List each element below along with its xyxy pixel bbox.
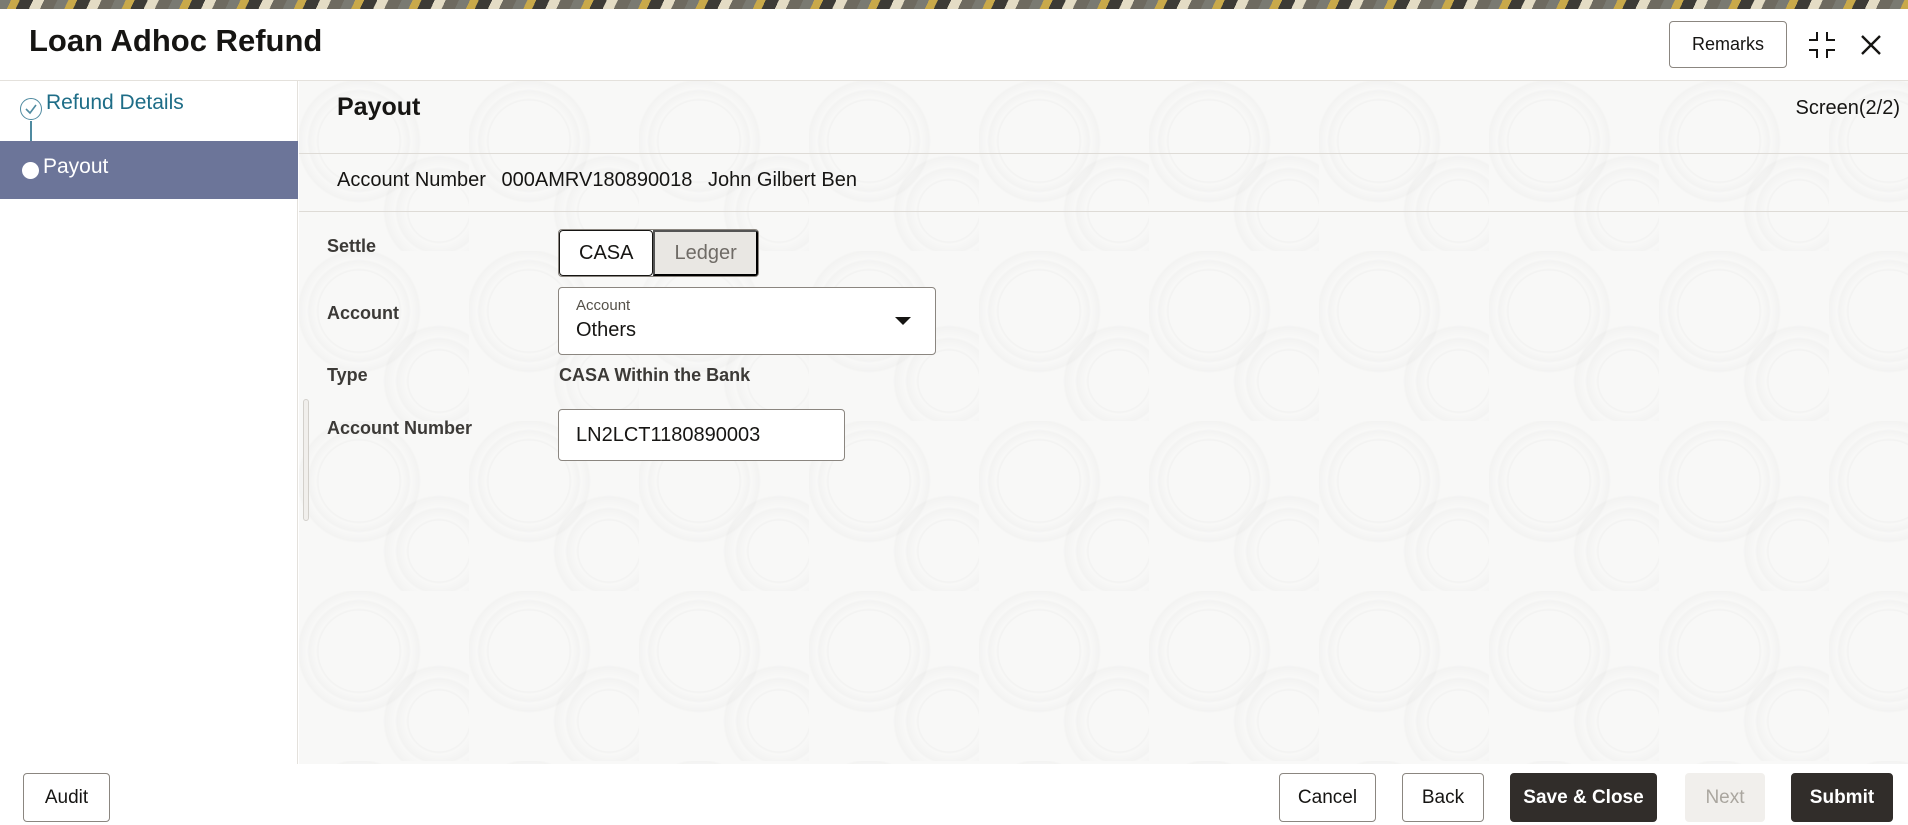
close-icon[interactable] [1853,27,1889,63]
account-number-input[interactable]: LN2LCT1180890003 [558,409,845,461]
settle-casa-button[interactable]: CASA [559,230,654,276]
main-content: Payout Screen(2/2) Account Number 000AMR… [299,81,1908,764]
back-button[interactable]: Back [1402,773,1484,822]
save-close-button[interactable]: Save & Close [1510,773,1657,822]
settle-ledger-button[interactable]: Ledger [653,230,758,276]
page-header: Loan Adhoc Refund Remarks [0,9,1908,81]
page-footer: Audit Cancel Back Save & Close Next Subm… [0,764,1908,825]
divider [299,153,1908,154]
account-label: Account [327,303,399,323]
account-select-label: Account [576,297,631,314]
chevron-down-icon [895,317,911,325]
sidebar-item-label: Refund Details [46,91,184,114]
account-select[interactable]: Account Others [558,287,936,355]
account-number-field-label: Account Number [327,418,473,438]
section-title: Payout [337,93,421,121]
sidebar-item-payout[interactable]: Payout [0,141,298,199]
account-number-value: 000AMRV180890018 [501,169,693,191]
divider [299,211,1908,212]
account-info-row: Account Number 000AMRV180890018 John Gil… [337,169,867,192]
account-select-value: Others [576,319,637,341]
current-step-dot-icon [22,162,39,179]
decorative-banner-strip [0,0,1908,9]
audit-button[interactable]: Audit [23,773,110,822]
remarks-button[interactable]: Remarks [1669,21,1787,68]
page-title: Loan Adhoc Refund [29,23,323,58]
type-label: Type [327,365,368,385]
settle-toggle-group: CASA Ledger [558,229,759,277]
submit-button[interactable]: Submit [1791,773,1893,822]
type-value: CASA Within the Bank [559,365,751,385]
check-circle-icon [20,98,42,120]
account-number-label: Account Number [337,169,486,191]
cancel-button[interactable]: Cancel [1279,773,1376,822]
train-stop-sidebar: Refund Details Payout [0,81,298,764]
account-holder-name: John Gilbert Ben [708,169,857,191]
sidebar-item-label: Payout [43,155,109,178]
settle-label: Settle [327,236,377,256]
collapse-icon[interactable] [1804,27,1840,63]
sidebar-item-refund-details[interactable]: Refund Details [0,81,298,137]
next-button[interactable]: Next [1685,773,1765,822]
scroll-handle[interactable] [303,399,309,521]
screen-indicator: Screen(2/2) [1795,97,1901,119]
